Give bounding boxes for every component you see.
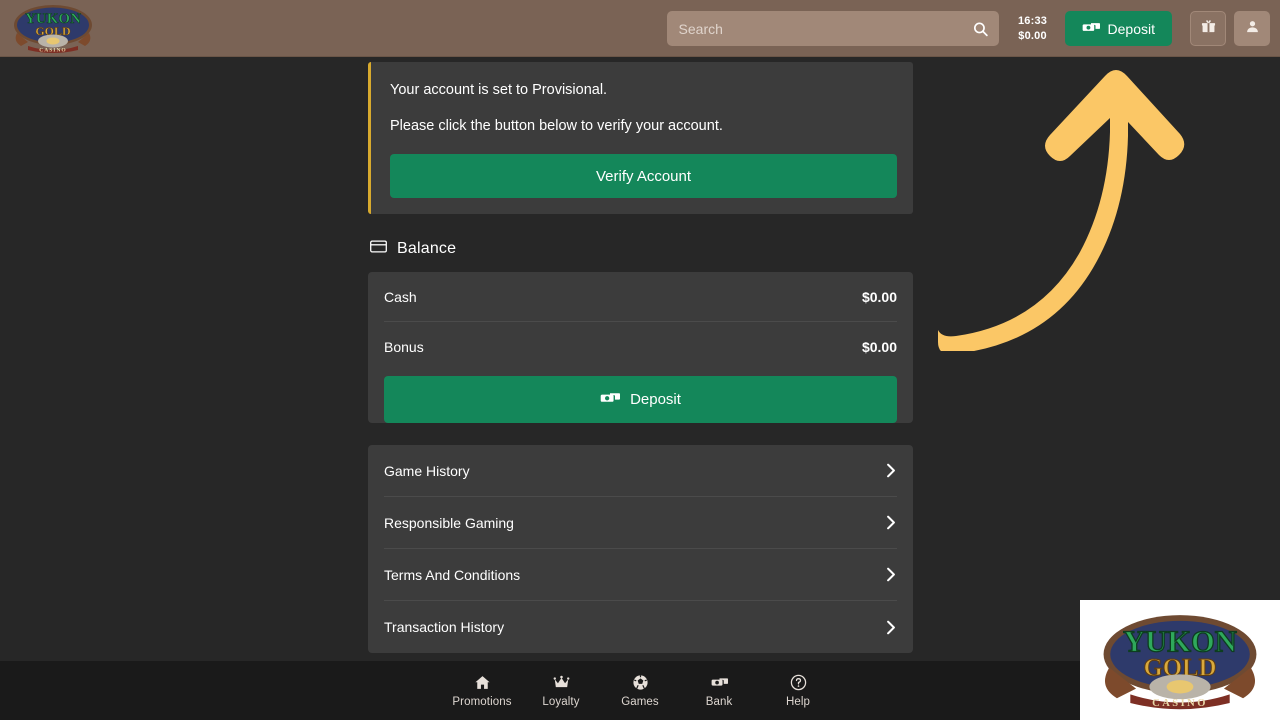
nav-item-bank[interactable]: Bank bbox=[680, 674, 759, 708]
balance-row-label: Cash bbox=[384, 288, 417, 305]
cash-icon bbox=[711, 674, 728, 691]
chevron-right-icon bbox=[885, 515, 897, 530]
menu-item-label: Responsible Gaming bbox=[384, 514, 514, 531]
balance-row-label: Bonus bbox=[384, 339, 424, 356]
nav-item-label: Promotions bbox=[452, 695, 512, 708]
question-circle-icon bbox=[790, 674, 807, 691]
nav-item-help[interactable]: Help bbox=[759, 674, 838, 708]
header-deposit-label: Deposit bbox=[1107, 20, 1155, 37]
nav-item-loyalty[interactable]: Loyalty bbox=[522, 674, 601, 708]
profile-button[interactable] bbox=[1234, 11, 1270, 46]
crown-icon bbox=[553, 674, 570, 691]
menu-item-label: Transaction History bbox=[384, 619, 505, 636]
menu-item-transaction-history[interactable]: Transaction History bbox=[384, 601, 897, 653]
nav-item-label: Help bbox=[785, 695, 811, 708]
chevron-right-icon bbox=[885, 567, 897, 582]
menu-item-game-history[interactable]: Game History bbox=[384, 445, 897, 498]
yukon-gold-watermark-logo: YUKON GOLD CASINO bbox=[1103, 615, 1257, 710]
verify-account-button[interactable]: Verify Account bbox=[390, 154, 897, 199]
provisional-account-notice: Your account is set to Provisional. Plea… bbox=[368, 62, 913, 215]
menu-item-label: Terms And Conditions bbox=[384, 566, 521, 583]
header-deposit-button[interactable]: Deposit bbox=[1064, 11, 1172, 46]
balance-card: Cash $0.00 Bonus $0.00 Deposit bbox=[368, 272, 913, 424]
nav-item-label: Bank bbox=[705, 695, 733, 708]
search-input[interactable] bbox=[666, 20, 999, 37]
chevron-right-icon bbox=[885, 463, 897, 478]
search-box[interactable] bbox=[666, 11, 999, 46]
balance-deposit-label: Deposit bbox=[630, 391, 681, 409]
gift-button[interactable] bbox=[1190, 11, 1226, 46]
balance-row-value: $0.00 bbox=[861, 288, 897, 305]
header-balance-amount: $0.00 bbox=[1018, 29, 1047, 42]
balance-row-bonus: Bonus $0.00 bbox=[384, 322, 897, 372]
nav-item-label: Games bbox=[621, 695, 659, 708]
app-header: YUKON GOLD CASINO 16:33 $0.00 bbox=[0, 0, 1280, 57]
notice-line-2: Please click the button below to verify … bbox=[390, 118, 723, 135]
notice-line-1: Your account is set to Provisional. bbox=[390, 82, 608, 98]
soccer-ball-icon bbox=[632, 674, 649, 691]
menu-item-terms-and-conditions[interactable]: Terms And Conditions bbox=[384, 549, 897, 602]
credit-card-icon bbox=[370, 240, 387, 258]
chevron-right-icon bbox=[885, 620, 897, 634]
curved-arrow-icon bbox=[938, 70, 1185, 355]
cash-icon bbox=[600, 390, 621, 409]
header-right-cluster: 16:33 $0.00 Deposit bbox=[666, 0, 1270, 57]
yukon-gold-logo-svg: YUKON GOLD CASINO bbox=[14, 5, 92, 54]
logo-word-top: YUKON bbox=[1123, 624, 1237, 658]
header-clock: 16:33 bbox=[1017, 14, 1048, 27]
menu-item-label: Game History bbox=[384, 462, 470, 479]
logo-word-bottom: CASINO bbox=[1152, 698, 1208, 709]
account-menu-card: Game History Responsible Gaming Terms An… bbox=[368, 445, 913, 654]
balance-deposit-button[interactable]: Deposit bbox=[384, 376, 897, 424]
search-icon[interactable] bbox=[972, 20, 989, 37]
nav-item-label: Loyalty bbox=[542, 695, 580, 708]
nav-item-games[interactable]: Games bbox=[601, 674, 680, 708]
gift-icon bbox=[1201, 19, 1216, 39]
svg-text:CASINO: CASINO bbox=[39, 48, 66, 54]
balance-row-cash: Cash $0.00 bbox=[384, 272, 897, 323]
header-balance: 16:33 $0.00 bbox=[1011, 14, 1055, 44]
annotation-arrow bbox=[930, 56, 1210, 355]
brand-logo[interactable]: YUKON GOLD CASINO bbox=[8, 2, 98, 54]
app-root: YUKON GOLD CASINO 16:33 $0.00 bbox=[0, 0, 1280, 720]
cash-icon bbox=[1082, 20, 1100, 37]
menu-item-responsible-gaming[interactable]: Responsible Gaming bbox=[384, 497, 897, 550]
main-content-column: Your account is set to Provisional. Plea… bbox=[368, 57, 913, 661]
balance-section-label: Balance bbox=[397, 240, 457, 258]
balance-row-value: $0.00 bbox=[861, 339, 897, 356]
watermark-logo-panel: YUKON GOLD CASINO bbox=[1080, 600, 1280, 720]
user-icon bbox=[1245, 19, 1260, 39]
balance-section-header: Balance bbox=[370, 240, 913, 258]
nav-item-promotions[interactable]: Promotions bbox=[443, 674, 522, 708]
home-icon bbox=[474, 674, 491, 691]
